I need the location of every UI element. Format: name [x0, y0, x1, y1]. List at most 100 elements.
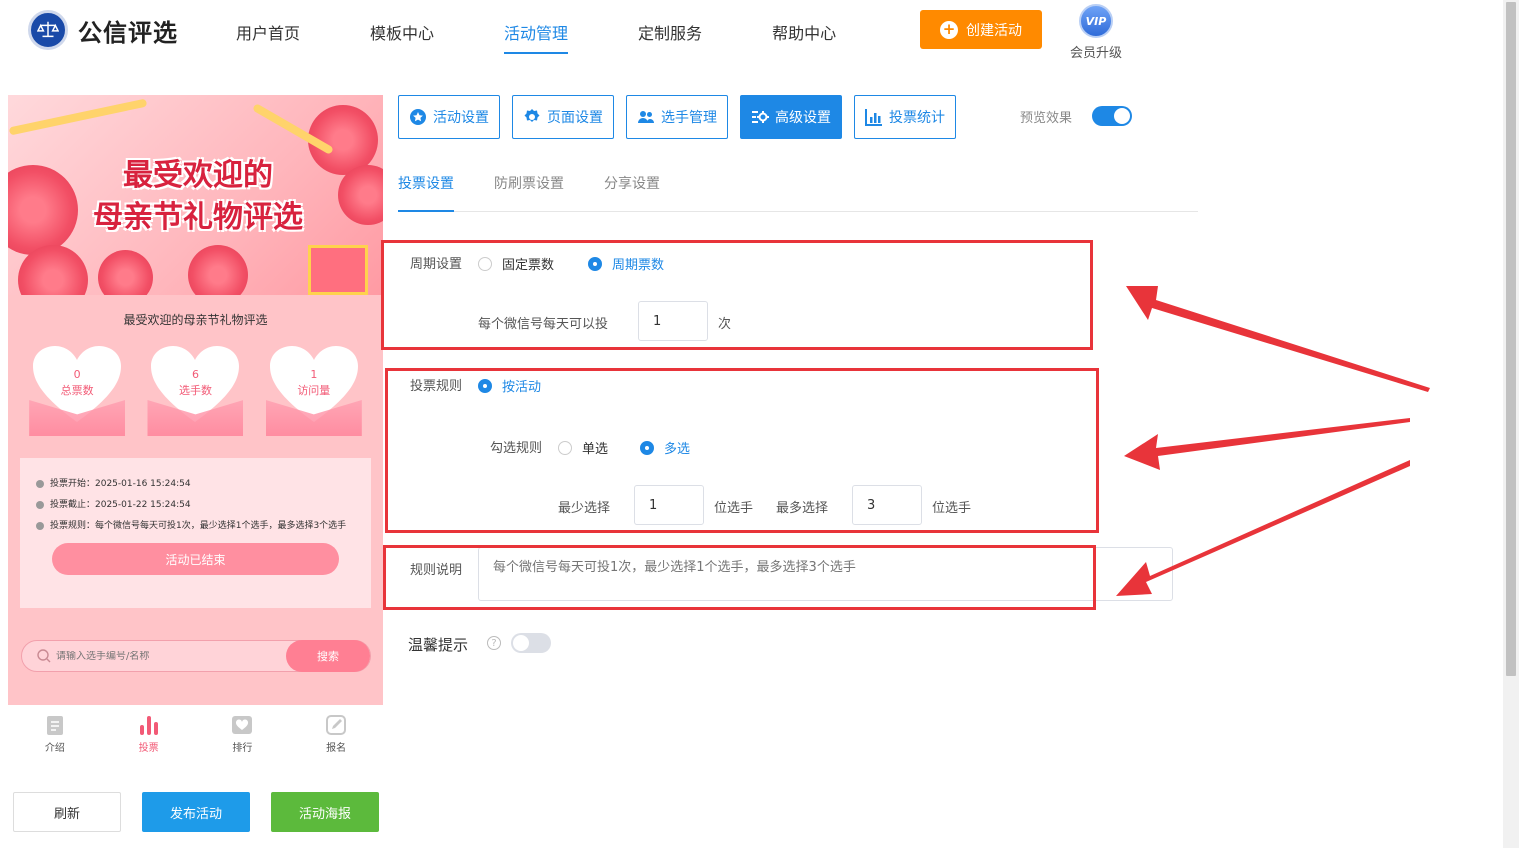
- daily-votes-label: 每个微信号每天可以投: [478, 317, 609, 332]
- tab-anti-fraud-settings[interactable]: 防刷票设置: [494, 173, 564, 212]
- heart-icon: [232, 716, 253, 734]
- preview-title: 最受欢迎的母亲节礼物评选: [123, 313, 268, 327]
- tab-vote[interactable]: 投票: [102, 705, 196, 760]
- min-select-label: 最少选择: [558, 501, 611, 516]
- nav-templates[interactable]: 模板中心: [370, 20, 434, 54]
- vote-info-box: 投票开始：2025-01-16 15:24:54 投票截止：2025-01-22…: [20, 458, 371, 608]
- users-icon: [638, 111, 654, 123]
- page-scrollbar[interactable]: [1503, 0, 1519, 848]
- radio-label: 多选: [664, 442, 691, 457]
- vote-start-text: 投票开始：2025-01-16 15:24:54: [50, 479, 191, 489]
- advanced-settings-button[interactable]: 高级设置: [740, 95, 842, 139]
- vip-upgrade[interactable]: VIP 会员升级: [1066, 4, 1126, 61]
- radio-label: 周期票数: [612, 258, 665, 273]
- preview-switch[interactable]: [1092, 106, 1133, 126]
- sliders-icon: [752, 111, 769, 123]
- arrow-to-cycle: [1126, 286, 1430, 392]
- refresh-button[interactable]: 刷新: [13, 792, 121, 832]
- radio-multi-select[interactable]: 多选: [640, 438, 690, 457]
- radio-single-select[interactable]: 单选: [558, 438, 608, 457]
- tab-vote-settings[interactable]: 投票设置: [398, 173, 454, 212]
- tool-label: 活动设置: [433, 110, 489, 126]
- tab-ranking[interactable]: 排行: [196, 705, 290, 760]
- create-activity-label: 创建活动: [966, 22, 1022, 39]
- tip-label: 温馨提示: [408, 636, 469, 654]
- rule-description-input[interactable]: [478, 547, 1173, 601]
- vote-end-row: 投票截止：2025-01-22 15:24:54: [36, 495, 355, 516]
- stat-value: 0: [73, 368, 81, 381]
- plus-icon: +: [940, 20, 958, 39]
- stat-label: 总票数: [60, 384, 94, 397]
- radio-cycle-votes[interactable]: 周期票数: [588, 254, 664, 273]
- vote-end-text: 投票截止：2025-01-22 15:24:54: [50, 500, 191, 510]
- max-select-unit: 位选手: [932, 501, 972, 516]
- edit-icon: [326, 715, 347, 735]
- vote-statistics-button[interactable]: 投票统计: [854, 95, 956, 139]
- radio-fixed-votes[interactable]: 固定票数: [478, 254, 554, 273]
- nav-home[interactable]: 用户首页: [236, 20, 300, 54]
- tool-label: 页面设置: [547, 110, 603, 126]
- preview-tabbar: 介绍 投票 排行 报名: [8, 705, 383, 760]
- tip-switch[interactable]: [511, 633, 551, 653]
- contestant-management-button[interactable]: 选手管理: [626, 95, 728, 139]
- tool-label: 选手管理: [661, 110, 717, 126]
- daily-votes-input[interactable]: [638, 301, 708, 341]
- min-select-input[interactable]: [634, 485, 704, 525]
- page-settings-button[interactable]: 页面设置: [512, 95, 614, 139]
- stat-label: 选手数: [178, 384, 212, 397]
- banner-title-line1: 最受欢迎的: [123, 158, 273, 193]
- max-select-label: 最多选择: [776, 501, 829, 516]
- activity-ended-button[interactable]: 活动已结束: [52, 543, 339, 575]
- poster-button[interactable]: 活动海报: [271, 792, 379, 832]
- stat-label: 访问量: [297, 384, 331, 397]
- rule-description-label: 规则说明: [410, 563, 463, 578]
- cycle-settings-label: 周期设置: [410, 257, 463, 272]
- banner-title: 最受欢迎的 母亲节礼物评选: [68, 155, 328, 239]
- nav-activity-management[interactable]: 活动管理: [504, 20, 569, 54]
- page: 公信评选 用户首页 模板中心 活动管理 定制服务 帮助中心 + 创建活动 VIP…: [0, 0, 1519, 848]
- scrollbar-thumb[interactable]: [1506, 2, 1516, 676]
- search-button[interactable]: 搜索: [286, 640, 370, 672]
- radio-by-activity[interactable]: 按活动: [478, 376, 541, 395]
- banner-title-line2: 母亲节礼物评选: [93, 200, 303, 235]
- radio-label: 按活动: [502, 380, 542, 395]
- tab-label: 介绍: [44, 743, 65, 754]
- brand-name: 公信评选: [78, 18, 178, 47]
- check-rule-label: 勾选规则: [490, 441, 543, 456]
- mobile-preview: 最受欢迎的 母亲节礼物评选 最受欢迎的母亲节礼物评选 0 总票数 6 选手数 1: [8, 95, 383, 705]
- min-select-unit: 位选手: [714, 501, 754, 516]
- vote-rule-text: 投票规则：每个微信号每天可投1次，最少选择1个选手，最多选择3个选手: [50, 521, 347, 531]
- settings-toolbar: 活动设置 页面设置 选手管理 高级设置 投票统计: [398, 95, 968, 139]
- stat-value: 1: [310, 368, 318, 381]
- gear-icon: [524, 109, 540, 122]
- document-icon: [46, 716, 63, 735]
- search-input[interactable]: [52, 650, 286, 662]
- stat-visits: 1 访问量: [265, 344, 362, 436]
- nav-custom-service[interactable]: 定制服务: [638, 20, 702, 54]
- radio-label: 固定票数: [502, 258, 555, 273]
- tab-intro[interactable]: 介绍: [8, 705, 102, 760]
- publish-button[interactable]: 发布活动: [142, 792, 250, 832]
- settings-subtabs: 投票设置 防刷票设置 分享设置: [398, 173, 1198, 212]
- contestant-search: 搜索: [21, 640, 371, 672]
- tab-label: 投票: [138, 743, 159, 754]
- max-select-input[interactable]: [852, 485, 922, 525]
- vote-rule-row: 投票规则：每个微信号每天可投1次，最少选择1个选手，最多选择3个选手: [36, 516, 355, 533]
- arrow-to-rules: [1124, 418, 1410, 470]
- tab-label: 报名: [326, 743, 347, 754]
- brand-logo[interactable]: 公信评选: [28, 10, 178, 50]
- help-icon[interactable]: ?: [487, 636, 501, 650]
- star-icon: [410, 109, 426, 125]
- create-activity-button[interactable]: + 创建活动: [920, 10, 1042, 49]
- chart-icon: [865, 109, 882, 126]
- vote-start-row: 投票开始：2025-01-16 15:24:54: [36, 474, 355, 495]
- tab-share-settings[interactable]: 分享设置: [604, 173, 660, 212]
- vote-rule-label: 投票规则: [410, 379, 463, 394]
- tab-signup[interactable]: 报名: [289, 705, 383, 760]
- preview-stats: 0 总票数 6 选手数 1 访问量: [8, 344, 383, 436]
- nav-help[interactable]: 帮助中心: [772, 20, 836, 54]
- activity-settings-button[interactable]: 活动设置: [398, 95, 500, 139]
- daily-votes-unit: 次: [718, 317, 732, 332]
- stat-total-votes: 0 总票数: [29, 344, 126, 436]
- preview-toggle: 预览效果: [1020, 106, 1133, 126]
